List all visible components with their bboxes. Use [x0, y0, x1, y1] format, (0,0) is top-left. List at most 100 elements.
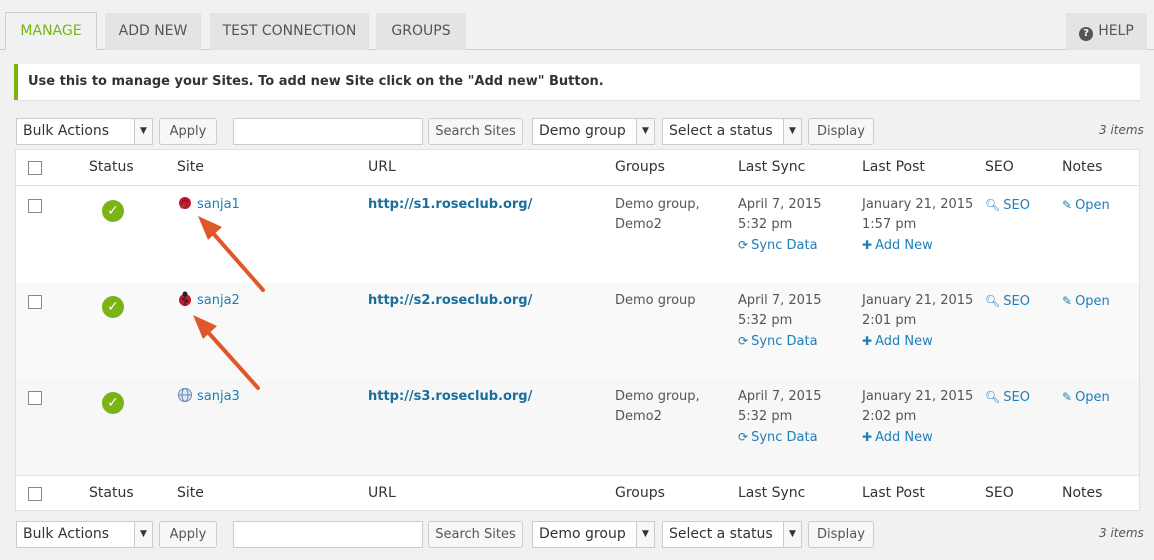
search-icon: 🔍︎	[985, 390, 1001, 404]
display-button[interactable]: Display	[808, 118, 874, 145]
search-sites-button-bottom[interactable]: Search Sites	[428, 521, 523, 548]
sync-data-label: Sync Data	[751, 430, 818, 445]
last-post-cell: January 21, 2015 1:57 pm ✚ Add New	[862, 195, 973, 256]
site-link[interactable]: sanja2	[197, 293, 240, 308]
sync-data-link[interactable]: ⟳ Sync Data	[738, 235, 821, 256]
site-url-link[interactable]: http://s3.roseclub.org/	[368, 387, 532, 407]
site-url-link[interactable]: http://s2.roseclub.org/	[368, 291, 532, 311]
last-post-cell: January 21, 2015 2:01 pm ✚ Add New	[862, 291, 973, 352]
column-notes: Notes	[1062, 485, 1103, 501]
search-icon: 🔍︎	[985, 198, 1001, 212]
bulk-actions-value: Bulk Actions	[23, 123, 110, 139]
status-ok-icon: ✓	[102, 392, 124, 414]
status-select-value: Select a status	[669, 526, 773, 542]
column-notes: Notes	[1062, 159, 1103, 175]
row-checkbox[interactable]	[28, 295, 42, 309]
row-checkbox[interactable]	[28, 199, 42, 213]
groups-line: Demo group,	[615, 389, 700, 404]
notes-label: Open	[1075, 294, 1110, 309]
sync-data-link[interactable]: ⟳ Sync Data	[738, 427, 821, 448]
tab-test-connection[interactable]: TEST CONNECTION	[210, 13, 369, 50]
column-last-post[interactable]: Last Post	[862, 159, 925, 175]
refresh-icon: ⟳	[738, 430, 749, 444]
column-status: Status	[89, 485, 134, 501]
notes-label: Open	[1075, 390, 1110, 405]
add-new-post-link[interactable]: ✚ Add New	[862, 235, 973, 256]
post-date: January 21, 2015	[862, 389, 974, 404]
select-all-checkbox[interactable]	[28, 487, 42, 501]
column-groups: Groups	[615, 159, 665, 175]
last-post-cell: January 21, 2015 2:02 pm ✚ Add New	[862, 387, 973, 448]
seo-link[interactable]: 🔍︎ SEO	[985, 387, 1030, 408]
seo-link[interactable]: 🔍︎ SEO	[985, 195, 1030, 216]
tab-add-new[interactable]: ADD NEW	[105, 13, 201, 50]
row-checkbox[interactable]	[28, 391, 42, 405]
sync-time: 5:32 pm	[738, 409, 793, 424]
sync-data-link[interactable]: ⟳ Sync Data	[738, 331, 821, 352]
column-last-sync[interactable]: Last Sync	[738, 159, 805, 175]
status-select[interactable]: Select a status ▼	[662, 118, 802, 145]
last-sync-cell: April 7, 2015 5:32 pm ⟳ Sync Data	[738, 291, 821, 352]
table-header: Status Site URL Groups Last Sync Last Po…	[16, 150, 1139, 186]
column-site[interactable]: Site	[177, 159, 204, 175]
select-all-checkbox[interactable]	[28, 161, 42, 175]
add-new-label: Add New	[875, 430, 933, 445]
table-row: ✓ sanja1 http://s1.roseclub.org/ Demo gr…	[16, 187, 1139, 283]
chevron-down-icon: ▼	[134, 119, 152, 144]
apply-button[interactable]: Apply	[159, 118, 217, 145]
status-select-bottom[interactable]: Select a status ▼	[662, 521, 802, 548]
tab-groups[interactable]: GROUPS	[376, 13, 466, 50]
add-new-post-link[interactable]: ✚ Add New	[862, 427, 973, 448]
apply-button-bottom[interactable]: Apply	[159, 521, 217, 548]
site-link[interactable]: sanja1	[197, 197, 240, 212]
refresh-icon: ⟳	[738, 334, 749, 348]
column-status: Status	[89, 159, 134, 175]
group-select-value: Demo group	[539, 123, 626, 139]
edit-icon: ✎	[1062, 390, 1073, 404]
chevron-down-icon: ▼	[636, 522, 654, 547]
groups-cell: Demo group, Demo2	[615, 195, 700, 235]
notes-open-link[interactable]: ✎ Open	[1062, 195, 1110, 216]
status-ok-icon: ✓	[102, 296, 124, 318]
column-url[interactable]: URL	[368, 159, 396, 175]
edit-icon: ✎	[1062, 294, 1073, 308]
site-cell: sanja2	[177, 291, 240, 311]
chevron-down-icon: ▼	[783, 119, 801, 144]
display-button-bottom[interactable]: Display	[808, 521, 874, 548]
group-select-bottom[interactable]: Demo group ▼	[532, 521, 655, 548]
groups-cell: Demo group, Demo2	[615, 387, 700, 427]
last-sync-cell: April 7, 2015 5:32 pm ⟳ Sync Data	[738, 195, 821, 256]
column-last-post[interactable]: Last Post	[862, 485, 925, 501]
status-select-value: Select a status	[669, 123, 773, 139]
group-select-value: Demo group	[539, 526, 626, 542]
bulk-actions-select-bottom[interactable]: Bulk Actions ▼	[16, 521, 153, 548]
add-new-label: Add New	[875, 334, 933, 349]
site-link[interactable]: sanja3	[197, 389, 240, 404]
column-url[interactable]: URL	[368, 485, 396, 501]
seo-link[interactable]: 🔍︎ SEO	[985, 291, 1030, 312]
site-cell: sanja1	[177, 195, 240, 215]
search-input[interactable]	[233, 118, 423, 145]
help-button[interactable]: ? HELP	[1066, 13, 1147, 50]
column-site[interactable]: Site	[177, 485, 204, 501]
tab-bar: MANAGE ADD NEW TEST CONNECTION GROUPS ? H…	[0, 0, 1154, 50]
help-icon: ?	[1079, 27, 1094, 41]
site-url-link[interactable]: http://s1.roseclub.org/	[368, 195, 532, 215]
site-cell: sanja3	[177, 387, 240, 407]
edit-icon: ✎	[1062, 198, 1073, 212]
seo-label: SEO	[1003, 294, 1030, 309]
search-input-bottom[interactable]	[233, 521, 423, 548]
sync-data-label: Sync Data	[751, 334, 818, 349]
bulk-actions-select[interactable]: Bulk Actions ▼	[16, 118, 153, 145]
column-last-sync[interactable]: Last Sync	[738, 485, 805, 501]
sync-date: April 7, 2015	[738, 389, 822, 404]
items-count-bottom: 3 items	[1099, 526, 1144, 540]
search-sites-button[interactable]: Search Sites	[428, 118, 523, 145]
add-new-post-link[interactable]: ✚ Add New	[862, 331, 973, 352]
plus-icon: ✚	[862, 430, 873, 444]
chevron-down-icon: ▼	[636, 119, 654, 144]
notes-open-link[interactable]: ✎ Open	[1062, 291, 1110, 312]
tab-manage[interactable]: MANAGE	[5, 12, 97, 50]
notes-open-link[interactable]: ✎ Open	[1062, 387, 1110, 408]
group-select[interactable]: Demo group ▼	[532, 118, 655, 145]
